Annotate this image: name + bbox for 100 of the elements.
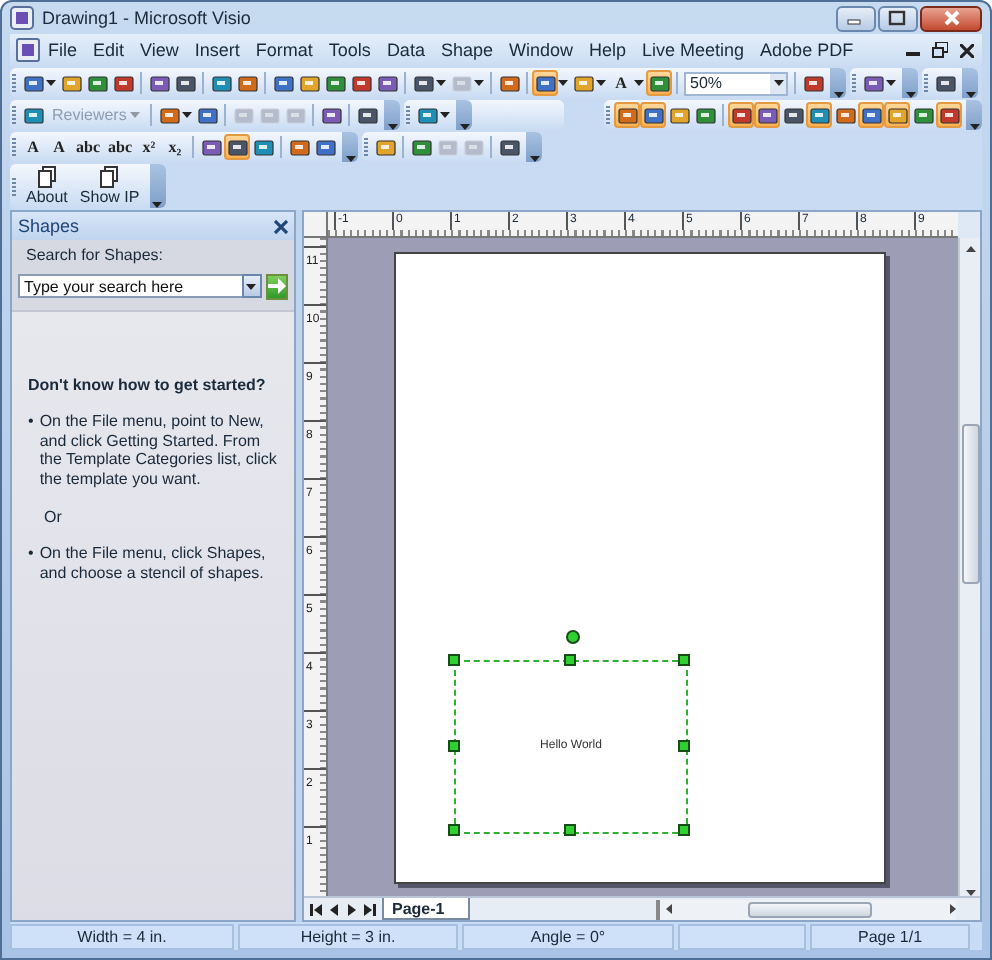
toolbar-button[interactable]	[932, 70, 958, 96]
selection-handle[interactable]	[448, 824, 460, 836]
toolbar-button[interactable]	[234, 70, 260, 96]
toolbar-options-button[interactable]	[830, 68, 846, 98]
toolbar-button[interactable]	[58, 70, 84, 96]
toolbar-options-button[interactable]	[962, 68, 978, 98]
toolbar-button[interactable]	[208, 70, 234, 96]
toolbar-button[interactable]	[348, 70, 374, 96]
toolbar-options-button[interactable]	[149, 164, 166, 208]
selection-handle[interactable]	[563, 824, 575, 836]
format-button[interactable]: A	[20, 134, 46, 160]
last-page-icon[interactable]	[364, 903, 376, 915]
format-button[interactable]: A	[608, 70, 634, 96]
toolbar-button[interactable]	[20, 70, 46, 96]
format-button[interactable]: A	[46, 134, 72, 160]
toolbar-options-button[interactable]	[902, 68, 918, 98]
toolbar-button[interactable]	[172, 70, 198, 96]
first-page-icon[interactable]	[310, 903, 322, 915]
menu-item[interactable]: Adobe PDF	[752, 39, 862, 61]
toolbar-button[interactable]: About	[20, 161, 74, 211]
toolbar-button[interactable]	[410, 70, 436, 96]
toolbar-button[interactable]	[224, 134, 250, 160]
format-button[interactable]: x²	[136, 134, 162, 160]
toolbar-button[interactable]	[194, 102, 221, 128]
vertical-scrollbar[interactable]	[958, 238, 980, 896]
toolbar-button[interactable]	[414, 102, 441, 128]
close-button[interactable]	[274, 219, 288, 233]
toolbar-button[interactable]	[322, 70, 348, 96]
toolbar-button[interactable]	[270, 70, 296, 96]
menu-item[interactable]: Shape	[432, 39, 501, 61]
toolbar-button[interactable]: Show IP	[73, 161, 146, 211]
format-button[interactable]: abc	[104, 134, 136, 160]
selection-handle[interactable]	[448, 654, 460, 666]
toolbar-button[interactable]	[408, 134, 434, 160]
toolbar-button[interactable]	[318, 102, 345, 128]
selection-handle[interactable]	[678, 739, 690, 751]
toolbar-options-button[interactable]	[966, 100, 982, 130]
menu-item[interactable]: Tools	[320, 39, 379, 61]
toolbar-options-button[interactable]	[384, 100, 401, 130]
selection-handle[interactable]	[563, 654, 575, 666]
toolbar-button[interactable]	[496, 70, 522, 96]
toolbar-button[interactable]	[780, 102, 806, 128]
toolbar-button[interactable]	[858, 102, 884, 128]
toolbar-options-button[interactable]	[526, 132, 542, 162]
toolbar-button[interactable]	[910, 102, 936, 128]
scroll-thumb[interactable]	[748, 901, 872, 917]
previous-page-icon[interactable]	[328, 903, 340, 915]
toolbar-button[interactable]	[146, 70, 172, 96]
toolbar-button[interactable]	[296, 70, 322, 96]
maximize-button[interactable]	[878, 5, 918, 31]
toolbar-button[interactable]	[286, 134, 312, 160]
toolbar-button[interactable]	[312, 134, 338, 160]
menu-item[interactable]: Data	[378, 39, 433, 61]
toolbar-button[interactable]	[496, 134, 522, 160]
search-field[interactable]: Type your search here	[18, 274, 244, 299]
toolbar-button[interactable]	[374, 70, 400, 96]
toolbar-button[interactable]	[640, 102, 666, 128]
selection-handle[interactable]	[448, 739, 460, 751]
search-button[interactable]	[265, 273, 288, 300]
format-button[interactable]: abc	[72, 134, 104, 160]
page-tab[interactable]: Page-1	[382, 898, 471, 920]
rotation-handle[interactable]	[566, 630, 580, 644]
toolbar-button[interactable]	[692, 102, 718, 128]
selection-handle[interactable]	[678, 654, 690, 666]
menu-item[interactable]: View	[132, 39, 187, 61]
toolbar-button[interactable]	[832, 102, 858, 128]
menu-item[interactable]: Format	[247, 39, 321, 61]
menu-item[interactable]: File	[40, 39, 86, 61]
toolbar-options-button[interactable]	[456, 100, 473, 130]
menu-item[interactable]: Edit	[85, 39, 133, 61]
toolbar-button[interactable]	[532, 70, 558, 96]
toolbar-button[interactable]	[728, 102, 754, 128]
menu-item[interactable]: Window	[500, 39, 581, 61]
scroll-thumb[interactable]	[961, 424, 979, 584]
toolbar-button[interactable]	[800, 70, 826, 96]
menu-item[interactable]: Live Meeting	[634, 39, 753, 61]
toolbar-button[interactable]	[84, 70, 110, 96]
zoom-combo[interactable]: 50%	[684, 71, 788, 95]
next-page-icon[interactable]	[346, 903, 358, 915]
selection-handle[interactable]	[678, 824, 690, 836]
toolbar-button[interactable]	[372, 134, 398, 160]
menu-item[interactable]: Help	[581, 39, 635, 61]
toolbar-button[interactable]	[250, 134, 276, 160]
toolbar-button[interactable]	[860, 70, 886, 96]
toolbar-button[interactable]	[754, 102, 780, 128]
toolbar-button[interactable]	[666, 102, 692, 128]
toolbar-button[interactable]	[646, 70, 672, 96]
toolbar-options-button[interactable]	[342, 132, 358, 162]
toolbar-button[interactable]	[110, 70, 136, 96]
close-button[interactable]	[920, 5, 982, 31]
format-button[interactable]: x₂	[162, 134, 188, 160]
toolbar-button[interactable]	[570, 70, 596, 96]
toolbar-button[interactable]	[884, 102, 910, 128]
menu-item[interactable]: Insert	[186, 39, 248, 61]
ruler-corner[interactable]	[304, 212, 328, 238]
toolbar-button[interactable]	[354, 102, 381, 128]
toolbar-button[interactable]	[20, 102, 46, 128]
toolbar-button[interactable]	[156, 102, 183, 128]
toolbar-button[interactable]	[936, 102, 962, 128]
toolbar-button[interactable]	[198, 134, 224, 160]
